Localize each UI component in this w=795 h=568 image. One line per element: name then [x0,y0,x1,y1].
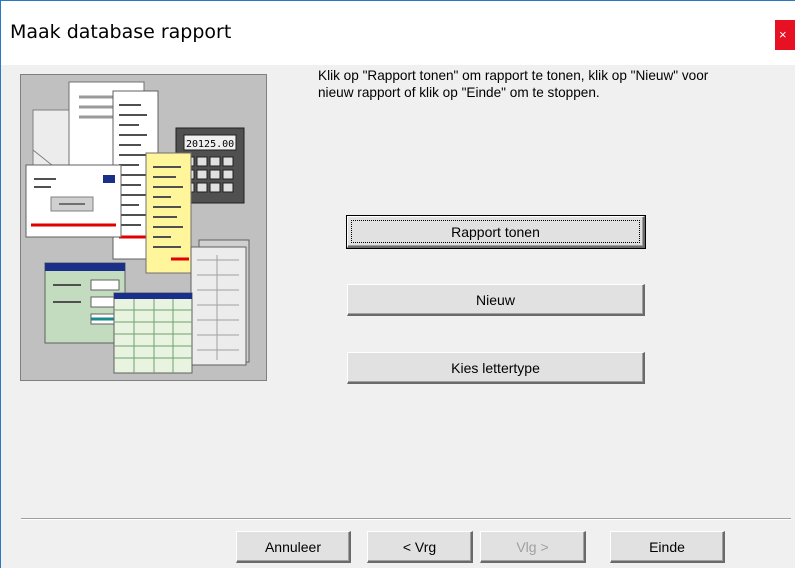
table-sheet-icon [113,292,193,374]
show-report-label: Rapport tonen [451,223,540,240]
cancel-button[interactable]: Annuleer [236,531,351,563]
new-report-label: Nieuw [476,291,515,308]
choose-font-label: Kies lettertype [451,359,540,376]
close-button[interactable]: × [775,20,795,50]
finish-button[interactable]: Einde [610,531,725,563]
previous-label: < Vrg [402,538,437,555]
title-bar[interactable]: Maak database rapport × [1,1,795,65]
spreadsheet-paper-icon [190,239,250,366]
footer-separator [21,518,791,520]
new-report-button[interactable]: Nieuw [347,284,645,316]
show-report-button[interactable]: Rapport tonen [347,216,645,248]
cancel-label: Annuleer [264,538,322,555]
yellow-invoice-icon [145,152,192,274]
instruction-text: Klik op "Rapport tonen" om rapport te to… [318,68,709,100]
calculator-display: 20125.00 [186,139,234,150]
report-illustration: 20125.00 [20,74,267,381]
finish-label: Einde [649,538,685,555]
green-form-icon [44,262,126,344]
previous-button[interactable]: < Vrg [367,531,473,563]
window-title: Maak database rapport [10,21,232,43]
close-icon: × [779,27,787,42]
next-button[interactable]: Vlg > [480,531,586,563]
dialog-window: Maak database rapport × 20125.00 Klik op… [0,0,795,568]
letter-icon [25,164,122,238]
next-label: Vlg > [516,538,549,555]
report-illustration-graphic: 20125.00 [25,81,250,374]
choose-font-button[interactable]: Kies lettertype [347,352,645,384]
